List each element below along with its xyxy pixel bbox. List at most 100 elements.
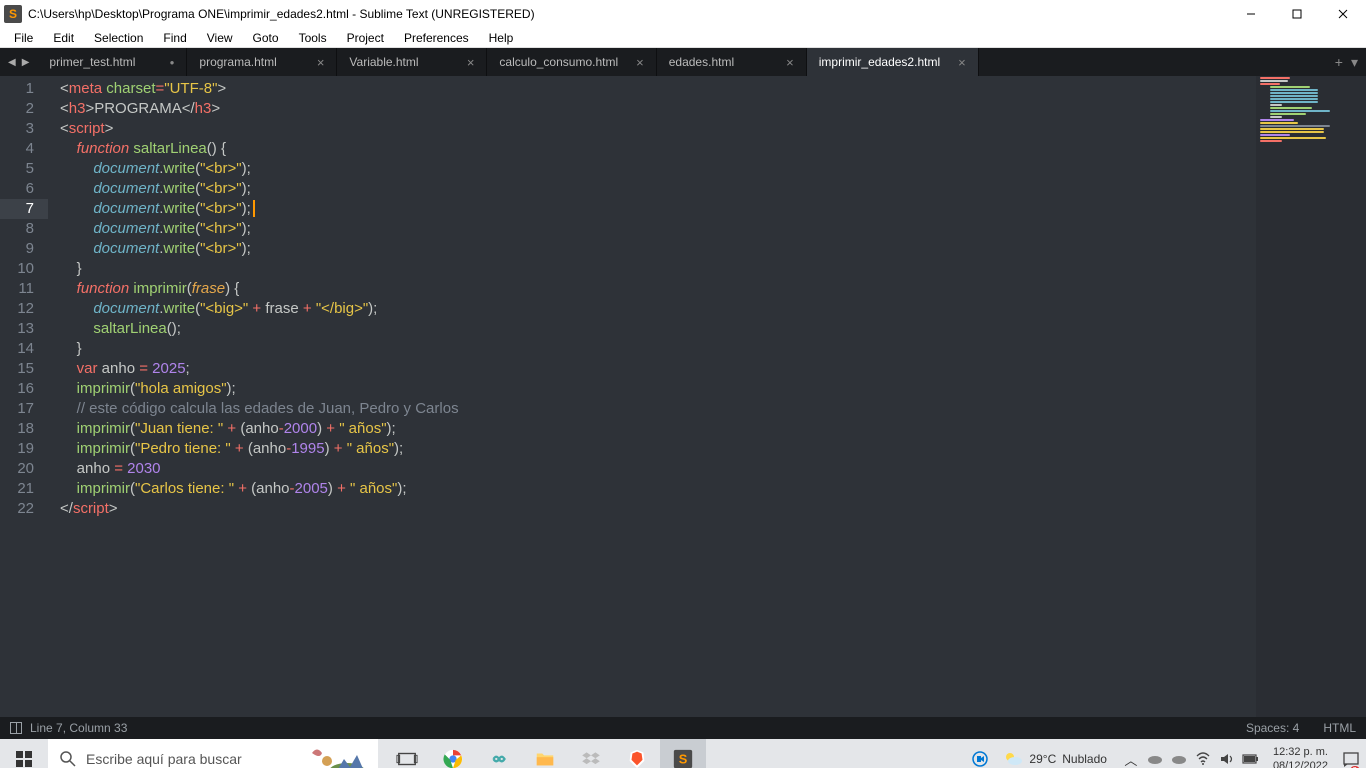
- tab[interactable]: programa.html×: [187, 48, 337, 76]
- line-number[interactable]: 4: [0, 139, 34, 159]
- tab-nav-back-icon[interactable]: ◀: [8, 57, 16, 68]
- start-button[interactable]: [0, 739, 48, 768]
- line-number[interactable]: 5: [0, 159, 34, 179]
- menu-preferences[interactable]: Preferences: [394, 29, 479, 47]
- line-number[interactable]: 22: [0, 499, 34, 519]
- code-line[interactable]: </script>: [60, 499, 1366, 519]
- status-spaces[interactable]: Spaces: 4: [1246, 721, 1299, 735]
- gutter[interactable]: 12345678910111213141516171819202122: [0, 76, 48, 717]
- minimap[interactable]: [1256, 76, 1366, 717]
- code-line[interactable]: saltarLinea();: [60, 319, 1366, 339]
- taskbar-search[interactable]: Escribe aquí para buscar: [48, 739, 378, 768]
- line-number[interactable]: 15: [0, 359, 34, 379]
- tray-wifi-icon[interactable]: [1193, 739, 1213, 768]
- code-line[interactable]: <h3>PROGRAMA</h3>: [60, 99, 1366, 119]
- maximize-button[interactable]: [1274, 0, 1320, 28]
- code-line[interactable]: imprimir("Pedro tiene: " + (anho-1995) +…: [60, 439, 1366, 459]
- line-number[interactable]: 1: [0, 79, 34, 99]
- tab-menu-button[interactable]: ▾: [1351, 54, 1358, 71]
- code-line[interactable]: anho = 2030: [60, 459, 1366, 479]
- explorer-button[interactable]: [522, 739, 568, 768]
- menu-project[interactable]: Project: [337, 29, 394, 47]
- code-line[interactable]: imprimir("hola amigos");: [60, 379, 1366, 399]
- code-area[interactable]: <meta charset="UTF-8"><h3>PROGRAMA</h3><…: [48, 76, 1366, 717]
- line-number[interactable]: 20: [0, 459, 34, 479]
- code-line[interactable]: }: [60, 339, 1366, 359]
- line-number[interactable]: 12: [0, 299, 34, 319]
- menu-edit[interactable]: Edit: [43, 29, 84, 47]
- code-line[interactable]: document.write("<br>");: [60, 239, 1366, 259]
- line-number[interactable]: 13: [0, 319, 34, 339]
- status-syntax[interactable]: HTML: [1323, 721, 1356, 735]
- tray-clock[interactable]: 12:32 p. m. 08/12/2022: [1265, 745, 1336, 768]
- code-line[interactable]: function saltarLinea() {: [60, 139, 1366, 159]
- meet-now-icon[interactable]: [971, 750, 989, 768]
- menu-find[interactable]: Find: [153, 29, 196, 47]
- tab-nav-forward-icon[interactable]: ▶: [22, 57, 30, 68]
- line-number[interactable]: 19: [0, 439, 34, 459]
- tab[interactable]: Variable.html×: [337, 48, 487, 76]
- menu-tools[interactable]: Tools: [289, 29, 337, 47]
- tab[interactable]: calculo_consumo.html×: [487, 48, 656, 76]
- line-number[interactable]: 18: [0, 419, 34, 439]
- code-line[interactable]: imprimir("Juan tiene: " + (anho-2000) + …: [60, 419, 1366, 439]
- menu-goto[interactable]: Goto: [243, 29, 289, 47]
- code-line[interactable]: document.write("<br>");: [60, 199, 1366, 219]
- line-number[interactable]: 11: [0, 279, 34, 299]
- notifications-icon: [1342, 750, 1360, 768]
- minimize-button[interactable]: [1228, 0, 1274, 28]
- tray-battery-icon[interactable]: [1241, 739, 1261, 768]
- tray-chevron-icon[interactable]: ︿: [1121, 739, 1141, 768]
- line-number[interactable]: 2: [0, 99, 34, 119]
- code-line[interactable]: document.write("<big>" + frase + "</big>…: [60, 299, 1366, 319]
- line-number[interactable]: 9: [0, 239, 34, 259]
- line-number[interactable]: 6: [0, 179, 34, 199]
- tab[interactable]: primer_test.html: [37, 48, 187, 76]
- taskview-button[interactable]: [384, 739, 430, 768]
- line-number[interactable]: 21: [0, 479, 34, 499]
- app-button-1[interactable]: [476, 739, 522, 768]
- panel-toggle-icon[interactable]: [10, 722, 22, 734]
- notifications-button[interactable]: 3: [1340, 739, 1362, 768]
- tab-close-icon[interactable]: ×: [958, 56, 966, 69]
- menu-help[interactable]: Help: [479, 29, 524, 47]
- line-number[interactable]: 16: [0, 379, 34, 399]
- menu-selection[interactable]: Selection: [84, 29, 153, 47]
- code-line[interactable]: document.write("<br>");: [60, 179, 1366, 199]
- menu-view[interactable]: View: [197, 29, 243, 47]
- tab-close-icon[interactable]: ×: [636, 56, 644, 69]
- tab[interactable]: imprimir_edades2.html×: [807, 48, 979, 76]
- editor[interactable]: 12345678910111213141516171819202122 <met…: [0, 76, 1366, 717]
- tray-onedrive-icon[interactable]: [1145, 739, 1165, 768]
- code-line[interactable]: document.write("<hr>");: [60, 219, 1366, 239]
- code-line[interactable]: // este código calcula las edades de Jua…: [60, 399, 1366, 419]
- line-number[interactable]: 14: [0, 339, 34, 359]
- code-line[interactable]: <script>: [60, 119, 1366, 139]
- code-line[interactable]: function imprimir(frase) {: [60, 279, 1366, 299]
- tab-close-icon[interactable]: ×: [786, 56, 794, 69]
- brave-button[interactable]: [614, 739, 660, 768]
- tab-close-icon[interactable]: ×: [317, 56, 325, 69]
- code-line[interactable]: document.write("<br>");: [60, 159, 1366, 179]
- chrome-button[interactable]: [430, 739, 476, 768]
- dropbox-button[interactable]: [568, 739, 614, 768]
- tray-onedrive2-icon[interactable]: [1169, 739, 1189, 768]
- line-number[interactable]: 17: [0, 399, 34, 419]
- code-line[interactable]: <meta charset="UTF-8">: [60, 79, 1366, 99]
- code-line[interactable]: var anho = 2025;: [60, 359, 1366, 379]
- new-tab-button[interactable]: +: [1335, 54, 1343, 70]
- tray-volume-icon[interactable]: [1217, 739, 1237, 768]
- line-number[interactable]: 3: [0, 119, 34, 139]
- tab-close-icon[interactable]: ×: [467, 56, 475, 69]
- code-line[interactable]: imprimir("Carlos tiene: " + (anho-2005) …: [60, 479, 1366, 499]
- code-line[interactable]: }: [60, 259, 1366, 279]
- status-position[interactable]: Line 7, Column 33: [30, 721, 127, 735]
- line-number[interactable]: 7: [0, 199, 48, 219]
- line-number[interactable]: 8: [0, 219, 34, 239]
- tab[interactable]: edades.html×: [657, 48, 807, 76]
- menu-file[interactable]: File: [4, 29, 43, 47]
- weather-widget[interactable]: 29°C Nublado: [993, 749, 1117, 768]
- line-number[interactable]: 10: [0, 259, 34, 279]
- close-button[interactable]: [1320, 0, 1366, 28]
- sublime-button[interactable]: S: [660, 739, 706, 768]
